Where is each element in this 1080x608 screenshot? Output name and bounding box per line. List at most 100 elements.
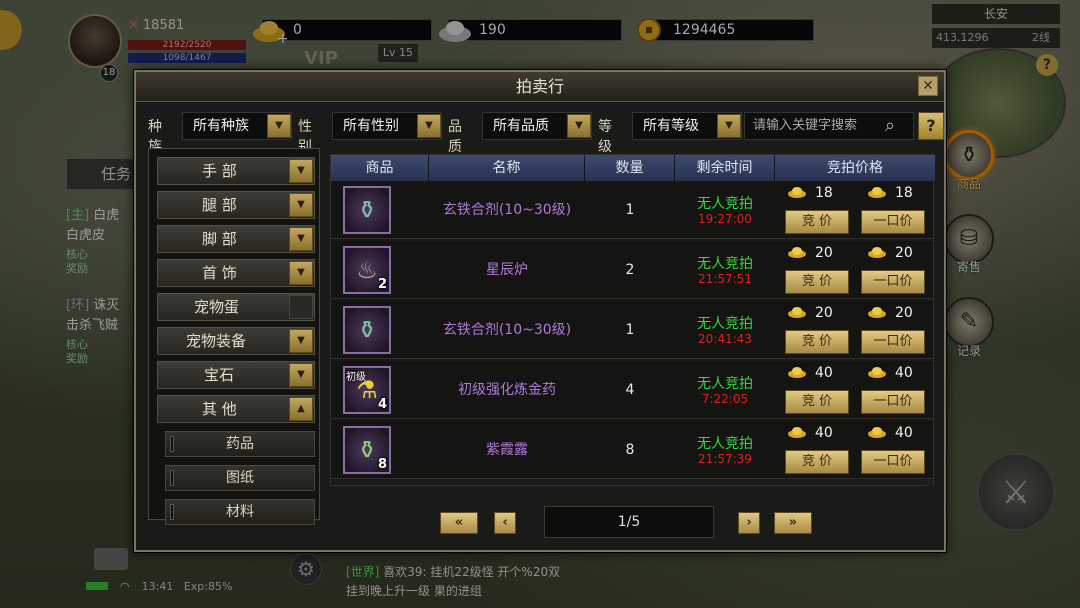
buyout-button[interactable]: 一口价 xyxy=(861,450,925,474)
buyout-price: 40 xyxy=(867,425,927,441)
race-filter-value: 所有种族 xyxy=(193,118,249,134)
first-page-button[interactable]: « xyxy=(440,512,478,534)
buyout-button[interactable]: 一口价 xyxy=(861,270,925,294)
quality-filter-value: 所有品质 xyxy=(493,118,549,134)
table-row[interactable]: ⚗ 初级 4 初级强化炼金药 4 无人竞拍 7:22:05 40 40 竞 价 … xyxy=(331,361,933,419)
category-label: 宠物装备 xyxy=(186,332,247,350)
close-button[interactable]: ✕ xyxy=(918,76,938,96)
item-name: 紫霞露 xyxy=(486,442,528,458)
column-header-name: 名称 xyxy=(429,155,585,181)
bid-price-value: 40 xyxy=(815,365,833,381)
page-indicator: 1/5 xyxy=(544,506,714,538)
time-remaining: 7:22:05 xyxy=(701,392,749,406)
bid-price: 20 xyxy=(787,305,847,321)
item-glyph: ⚱ xyxy=(356,316,378,344)
buyout-price: 20 xyxy=(867,245,927,261)
prev-page-button[interactable]: ‹ xyxy=(494,512,516,534)
search-icon[interactable]: ⌕ xyxy=(885,116,907,138)
subcategory-blueprints[interactable]: 图纸 xyxy=(165,465,315,491)
bid-button[interactable]: 竞 价 xyxy=(785,270,849,294)
bid-price: 18 xyxy=(787,185,847,201)
chevron-down-icon: ▼ xyxy=(267,114,291,138)
item-stack-count: 2 xyxy=(377,277,387,292)
gold-ingot-icon xyxy=(868,367,886,378)
subcategory-materials[interactable]: 材料 xyxy=(165,499,315,525)
table-row[interactable]: ⚱ 8 紫霞露 8 无人竞拍 21:57:39 40 40 竞 价 一口价 xyxy=(331,421,933,479)
item-icon[interactable]: ⚗ 初级 4 xyxy=(343,366,391,414)
chevron-down-icon: ▼ xyxy=(717,114,741,138)
item-icon[interactable]: ♨ 2 xyxy=(343,246,391,294)
category-pet-equipment[interactable]: 宠物装备 ▼ xyxy=(157,327,315,355)
item-quantity: 8 xyxy=(625,442,635,458)
bid-price-value: 18 xyxy=(815,185,833,201)
table-row[interactable]: ⚱ 玄铁合剂(10~30级) 1 无人竞拍 20:41:43 20 20 竞 价… xyxy=(331,301,933,359)
buyout-price: 18 xyxy=(867,185,927,201)
gold-ingot-icon xyxy=(788,427,806,438)
item-icon[interactable]: ⚱ xyxy=(343,186,391,234)
chevron-down-icon: ▼ xyxy=(289,363,313,387)
item-icon[interactable]: ⚱ xyxy=(343,306,391,354)
gold-ingot-icon xyxy=(868,187,886,198)
bid-status: 无人竞拍 xyxy=(697,256,753,272)
column-header-count: 数量 xyxy=(585,155,675,181)
category-feet[interactable]: 脚 部 ▼ xyxy=(157,225,315,253)
subcategory-label: 药品 xyxy=(226,436,254,452)
bid-price-value: 40 xyxy=(815,425,833,441)
gender-filter-select[interactable]: 所有性别 ▼ xyxy=(332,112,442,140)
next-page-button[interactable]: › xyxy=(738,512,760,534)
gold-ingot-icon xyxy=(868,307,886,318)
category-label: 其 他 xyxy=(202,400,237,418)
column-header-time: 剩余时间 xyxy=(675,155,775,181)
subcategory-label: 图纸 xyxy=(226,470,254,486)
column-header-price: 竞拍价格 xyxy=(775,155,935,181)
listing-table: 商品 名称 数量 剩余时间 竞拍价格 ⚱ 玄铁合剂(10~30级) 1 无人竞拍… xyxy=(330,154,935,487)
buyout-price-value: 40 xyxy=(895,365,913,381)
bid-button[interactable]: 竞 价 xyxy=(785,210,849,234)
category-legs[interactable]: 腿 部 ▼ xyxy=(157,191,315,219)
buyout-price: 20 xyxy=(867,305,927,321)
subcategory-label: 材料 xyxy=(226,504,254,520)
gender-filter-value: 所有性别 xyxy=(343,118,399,134)
item-name: 星辰炉 xyxy=(486,262,528,278)
category-jewelry[interactable]: 首 饰 ▼ xyxy=(157,259,315,287)
item-name: 玄铁合剂(10~30级) xyxy=(442,202,572,218)
buyout-button[interactable]: 一口价 xyxy=(861,330,925,354)
category-label: 腿 部 xyxy=(202,196,237,214)
race-filter-select[interactable]: 所有种族 ▼ xyxy=(182,112,292,140)
chevron-down-icon: ▼ xyxy=(289,193,313,217)
column-header-item: 商品 xyxy=(331,155,429,181)
help-button[interactable]: ? xyxy=(918,112,944,140)
item-quantity: 1 xyxy=(625,202,635,218)
bid-button[interactable]: 竞 价 xyxy=(785,330,849,354)
bid-status: 无人竞拍 xyxy=(697,196,753,212)
category-pet-egg[interactable]: 宠物蛋 xyxy=(157,293,315,321)
item-quantity: 4 xyxy=(625,382,635,398)
search-placeholder: 请输入关键字搜索 xyxy=(753,118,858,133)
category-gems[interactable]: 宝石 ▼ xyxy=(157,361,315,389)
last-page-button[interactable]: » xyxy=(774,512,812,534)
item-icon[interactable]: ⚱ 8 xyxy=(343,426,391,474)
table-row[interactable]: ⚱ 玄铁合剂(10~30级) 1 无人竞拍 19:27:00 18 18 竞 价… xyxy=(331,181,933,239)
bid-button[interactable]: 竞 价 xyxy=(785,390,849,414)
level-filter-value: 所有等级 xyxy=(643,118,699,134)
category-panel: 手 部 ▼ 腿 部 ▼ 脚 部 ▼ 首 饰 ▼ 宠物蛋 宠物装备 ▼ 宝石 ▼ 其 他 ▲ 药… xyxy=(148,148,320,525)
buyout-button[interactable]: 一口价 xyxy=(861,210,925,234)
search-input[interactable]: 请输入关键字搜索 ⌕ xyxy=(744,112,914,140)
quality-filter-select[interactable]: 所有品质 ▼ xyxy=(482,112,592,140)
item-quantity: 2 xyxy=(625,262,635,278)
category-hands[interactable]: 手 部 ▼ xyxy=(157,157,315,185)
bid-button[interactable]: 竞 价 xyxy=(785,450,849,474)
level-filter-select[interactable]: 所有等级 ▼ xyxy=(632,112,742,140)
subcategory-medicine[interactable]: 药品 xyxy=(165,431,315,457)
category-label: 脚 部 xyxy=(202,230,237,248)
auction-title: 拍卖行 xyxy=(136,72,944,102)
item-grade-tag: 初级 xyxy=(346,372,366,383)
chevron-down-icon: ▼ xyxy=(289,261,313,285)
dropdown-placeholder xyxy=(289,295,313,319)
chevron-up-icon: ▲ xyxy=(289,397,313,421)
table-row[interactable]: ♨ 2 星辰炉 2 无人竞拍 21:57:51 20 20 竞 价 一口价 xyxy=(331,241,933,299)
buyout-button[interactable]: 一口价 xyxy=(861,390,925,414)
chevron-down-icon: ▼ xyxy=(417,114,441,138)
buyout-price: 40 xyxy=(867,365,927,381)
category-other[interactable]: 其 他 ▲ xyxy=(157,395,315,423)
